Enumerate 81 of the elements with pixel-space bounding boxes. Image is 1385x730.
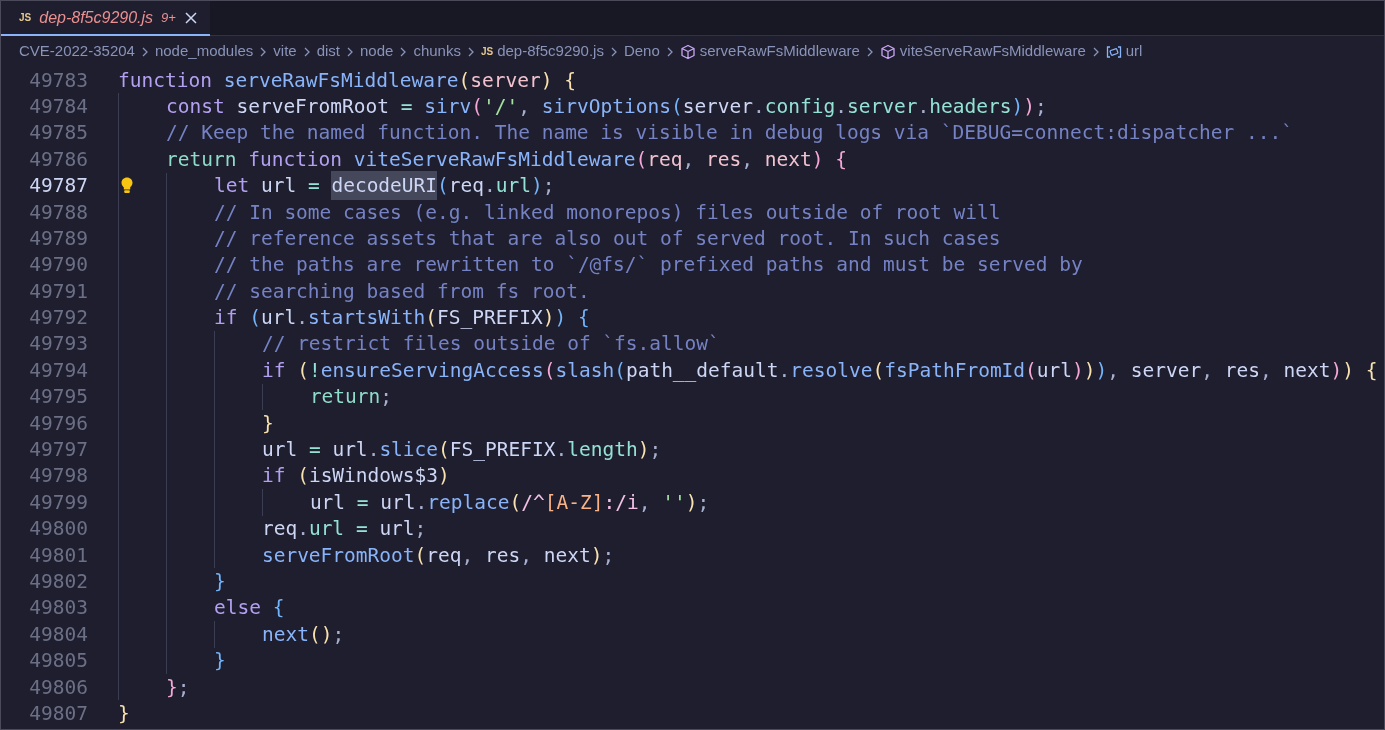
line-number: 49788 bbox=[28, 199, 88, 226]
line-number: 49805 bbox=[28, 648, 88, 675]
line-number: 49799 bbox=[28, 489, 88, 516]
code-line: // In some cases (e.g. linked monorepos) files outside of root will bbox=[118, 198, 1001, 226]
code-line: // reference assets that are also out of served root. In such cases bbox=[118, 225, 1001, 252]
code-line: if (url.startsWith(FS_PREFIX)) { bbox=[118, 304, 590, 331]
line-number: 49797 bbox=[28, 437, 88, 464]
js-file-icon: JS bbox=[19, 10, 32, 25]
breadcrumb-item[interactable]: dist bbox=[316, 40, 341, 63]
line-number: 49806 bbox=[28, 674, 88, 701]
breadcrumb-item[interactable]: dep-8f5c9290.js bbox=[497, 40, 604, 63]
code-line: // the paths are rewritten to `/@fs/` prefixed paths and must be served by bbox=[118, 251, 1083, 279]
line-number: 49790 bbox=[28, 252, 88, 279]
code-line: return function viteServeRawFsMiddleware(req, res, next) { bbox=[118, 146, 848, 173]
code-line: url = url.slice(FS_PREFIX.length); bbox=[118, 436, 662, 463]
line-number: 49795 bbox=[28, 384, 88, 411]
code-line: } bbox=[118, 410, 274, 437]
code-line: if (!ensureServingAccess(slash(path__default.resolve(fsPathFromId(url))), server, res, next)) { bbox=[118, 357, 1378, 384]
code-line: }; bbox=[118, 674, 190, 701]
line-number: 49796 bbox=[28, 410, 88, 437]
line-number: 49803 bbox=[28, 595, 88, 622]
line-number: 49783 bbox=[28, 67, 88, 94]
code-line: return; bbox=[118, 383, 393, 411]
breadcrumb-item[interactable]: node bbox=[360, 40, 394, 63]
line-number: 49792 bbox=[28, 305, 88, 332]
chevron-right-icon bbox=[259, 45, 268, 58]
code-line: } bbox=[118, 568, 226, 595]
cube-icon bbox=[679, 43, 696, 60]
line-number: 49785 bbox=[28, 120, 88, 147]
code-line: let url = decodeURI(req.url); bbox=[118, 172, 555, 199]
code-line: // Keep the named function. The name is visible in debug logs via `DEBUG=connect:dispatcher ...` bbox=[118, 119, 1293, 147]
line-number: 49791 bbox=[28, 278, 88, 305]
breadcrumb-item[interactable]: chunks bbox=[413, 40, 461, 63]
breadcrumb-item[interactable]: CVE-2022-35204 bbox=[19, 40, 135, 63]
code-line: serveFromRoot(req, res, next); bbox=[118, 542, 615, 569]
chevron-right-icon bbox=[346, 45, 355, 58]
line-number: 49787 bbox=[28, 173, 88, 200]
chevron-right-icon bbox=[399, 45, 408, 58]
tab-label: dep-8f5c9290.js bbox=[39, 7, 154, 28]
code-line: function serveRawFsMiddleware(server) { bbox=[118, 67, 576, 94]
line-number: 49794 bbox=[28, 357, 88, 384]
code-line: if (isWindows$3) bbox=[118, 462, 450, 490]
chevron-right-icon bbox=[665, 45, 674, 58]
line-number: 49801 bbox=[28, 542, 88, 569]
line-number: 49798 bbox=[28, 463, 88, 490]
breadcrumb-item[interactable]: url bbox=[1125, 40, 1143, 63]
code-line: const serveFromRoot = sirv('/', sirvOptions(server.config.server.headers)); bbox=[118, 93, 1047, 120]
code-line: } bbox=[118, 700, 130, 727]
chevron-right-icon bbox=[302, 45, 311, 58]
line-number: 49804 bbox=[28, 621, 88, 648]
line-number: 49789 bbox=[28, 225, 88, 252]
chevron-right-icon bbox=[609, 45, 618, 58]
cube-icon bbox=[879, 43, 896, 60]
code-line: next(); bbox=[118, 621, 345, 648]
editor-tab[interactable]: JS dep-8f5c9290.js 9+ bbox=[1, 1, 210, 36]
close-icon[interactable] bbox=[183, 10, 198, 25]
chevron-right-icon bbox=[140, 45, 149, 58]
line-number: 49800 bbox=[28, 516, 88, 543]
problem-count: 9+ bbox=[161, 8, 176, 27]
line-number: 49786 bbox=[28, 146, 88, 173]
line-number: 49784 bbox=[28, 93, 88, 120]
code-line: else { bbox=[118, 594, 285, 622]
breadcrumb-item[interactable]: Deno bbox=[623, 40, 660, 63]
chevron-right-icon bbox=[466, 45, 475, 58]
breadcrumb-item[interactable]: vite bbox=[273, 40, 297, 63]
line-number: 49802 bbox=[28, 569, 88, 595]
breadcrumb-item[interactable]: node_modules bbox=[154, 40, 254, 63]
breadcrumb-item[interactable]: viteServeRawFsMiddleware bbox=[899, 40, 1086, 63]
code-line: req.url = url; bbox=[118, 515, 427, 543]
code-line: url = url.replace(/^[A-Z]:/i, ''); bbox=[118, 489, 710, 516]
variable-icon bbox=[1105, 44, 1122, 59]
lightbulb-icon[interactable] bbox=[121, 176, 133, 194]
chevron-right-icon bbox=[865, 45, 874, 58]
code-line: // restrict files outside of `fs.allow` bbox=[118, 330, 720, 358]
line-number: 49807 bbox=[28, 700, 88, 727]
chevron-right-icon bbox=[1091, 45, 1100, 58]
breadcrumb-item[interactable]: serveRawFsMiddleware bbox=[699, 40, 860, 63]
js-file-icon: JS bbox=[480, 44, 494, 59]
line-number: 49793 bbox=[28, 331, 88, 358]
code-line: // searching based from fs root. bbox=[118, 278, 590, 305]
code-line: } bbox=[118, 647, 226, 674]
